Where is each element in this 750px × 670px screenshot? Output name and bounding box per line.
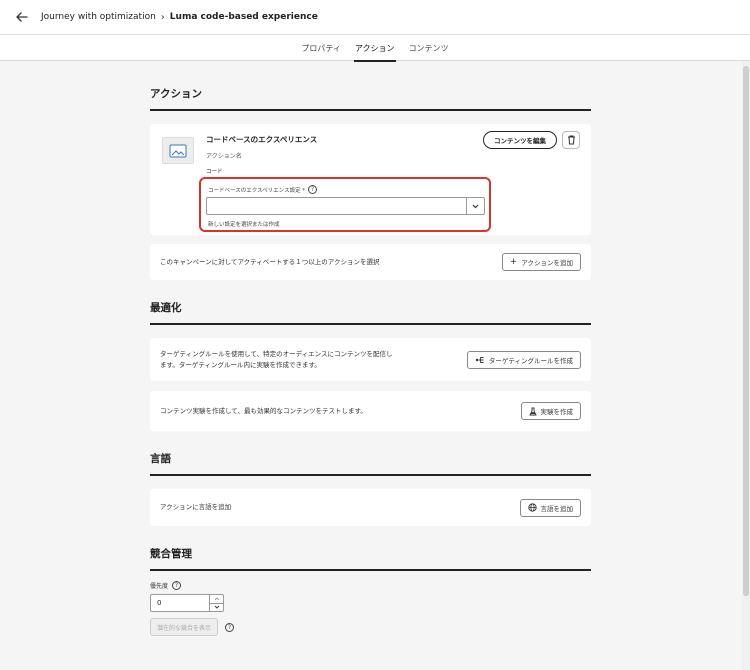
conflict-row: 潜在的な競合を表示 ? — [150, 618, 591, 636]
edit-content-button[interactable]: コンテンツを編集 — [483, 131, 557, 149]
chevron-up-icon[interactable] — [210, 595, 223, 603]
config-field-help: 新しい設定を選択または作成 — [208, 222, 280, 228]
code-label: コード — [206, 169, 223, 175]
flask-icon — [528, 407, 537, 415]
action-name: コードベースのエクスペリエンス — [206, 135, 318, 144]
create-experiment-button[interactable]: 実験を作成 — [520, 402, 581, 420]
create-experiment-label: 実験を作成 — [540, 408, 574, 416]
config-field-label-text: コードベースのエクスペリエンス設定 * — [208, 187, 306, 194]
tab-content[interactable]: コンテンツ — [402, 35, 456, 61]
section-title-action: アクション — [150, 61, 591, 111]
help-icon[interactable]: ? — [172, 581, 182, 590]
view-conflicts-button[interactable]: 潜在的な競合を表示 — [150, 618, 219, 636]
help-icon[interactable]: ? — [308, 185, 318, 194]
code-experience-image-icon — [162, 137, 194, 164]
add-language-button[interactable]: 言語を追加 — [519, 498, 581, 517]
top-bar: Journey with optimization › Luma code-ba… — [0, 0, 750, 34]
targeting-text: ターゲティングルールを使用して、特定のオーディエンスにコンテンツを配信し ます。… — [160, 349, 393, 370]
priority-label: 優先度 ? — [150, 581, 591, 590]
config-select[interactable] — [206, 197, 485, 215]
tab-actions[interactable]: アクション — [348, 35, 402, 62]
chevron-down-icon[interactable] — [466, 198, 484, 214]
targeting-card: ターゲティングルールを使用して、特定のオーディエンスにコンテンツを配信し ます。… — [150, 338, 591, 381]
priority-stepper[interactable]: 0 — [150, 594, 224, 612]
main-content: アクション コードベースのエクスペリエンス アクション名 コード コンテンツを編… — [150, 61, 591, 636]
tab-bar: プロパティ アクション コンテンツ — [0, 34, 750, 62]
breadcrumb: Journey with optimization › Luma code-ba… — [41, 12, 318, 23]
scrollbar-thumb[interactable] — [743, 66, 749, 596]
breadcrumb-parent[interactable]: Journey with optimization — [41, 12, 156, 22]
tab-properties[interactable]: プロパティ — [294, 35, 348, 61]
highlighted-config-field: コードベースのエクスペリエンス設定 * ? 新しい設定を選択または作成 — [199, 177, 491, 232]
priority-value[interactable]: 0 — [151, 595, 209, 611]
section-title-conflict: 競合管理 — [150, 526, 591, 571]
language-card: アクションに言語を追加 言語を追加 — [150, 489, 591, 526]
language-text: アクションに言語を追加 — [160, 503, 232, 512]
globe-icon — [527, 503, 537, 512]
create-targeting-rule-button[interactable]: ターゲティングルールを作成 — [466, 350, 581, 369]
help-icon[interactable]: ? — [225, 622, 235, 632]
section-title-optimization: 最適化 — [150, 280, 591, 325]
action-subtitle: アクション名 — [206, 153, 242, 160]
config-field-label: コードベースのエクスペリエンス設定 * ? — [208, 185, 318, 194]
experiment-text: コンテンツ実験を作成して、最も効果的なコンテンツをテストします。 — [160, 406, 367, 415]
targeting-rule-icon — [475, 356, 484, 363]
experiment-card: コンテンツ実験を作成して、最も効果的なコンテンツをテストします。 実験を作成 — [150, 391, 591, 431]
add-action-text: このキャンペーンに対してアクティベートする１つ以上のアクションを選択 — [160, 257, 380, 266]
add-action-button[interactable]: + アクションを追加 — [501, 253, 581, 271]
trash-icon — [567, 135, 575, 145]
add-action-card: このキャンペーンに対してアクティベートする１つ以上のアクションを選択 + アクシ… — [150, 244, 591, 280]
action-card: コードベースのエクスペリエンス アクション名 コード コンテンツを編集 コードベ… — [150, 124, 591, 235]
section-title-language: 言語 — [150, 431, 591, 476]
add-language-label: 言語を追加 — [540, 504, 574, 513]
delete-button[interactable] — [562, 131, 580, 149]
stepper-arrows — [209, 595, 223, 611]
breadcrumb-current: Luma code-based experience — [169, 12, 318, 22]
plus-icon: + — [509, 257, 518, 267]
chevron-right-icon: › — [160, 11, 165, 23]
targeting-text-line-1: ターゲティングルールを使用して、特定のオーディエンスにコンテンツを配信し — [160, 350, 393, 359]
create-targeting-rule-label: ターゲティングルールを作成 — [488, 356, 573, 365]
targeting-text-line-2: ます。ターゲティングルール内に実験を作成できます。 — [160, 360, 321, 369]
priority-label-text: 優先度 — [150, 583, 169, 590]
chevron-down-icon[interactable] — [210, 602, 223, 612]
back-arrow-icon[interactable] — [11, 6, 33, 28]
add-action-label: アクションを追加 — [521, 259, 573, 267]
